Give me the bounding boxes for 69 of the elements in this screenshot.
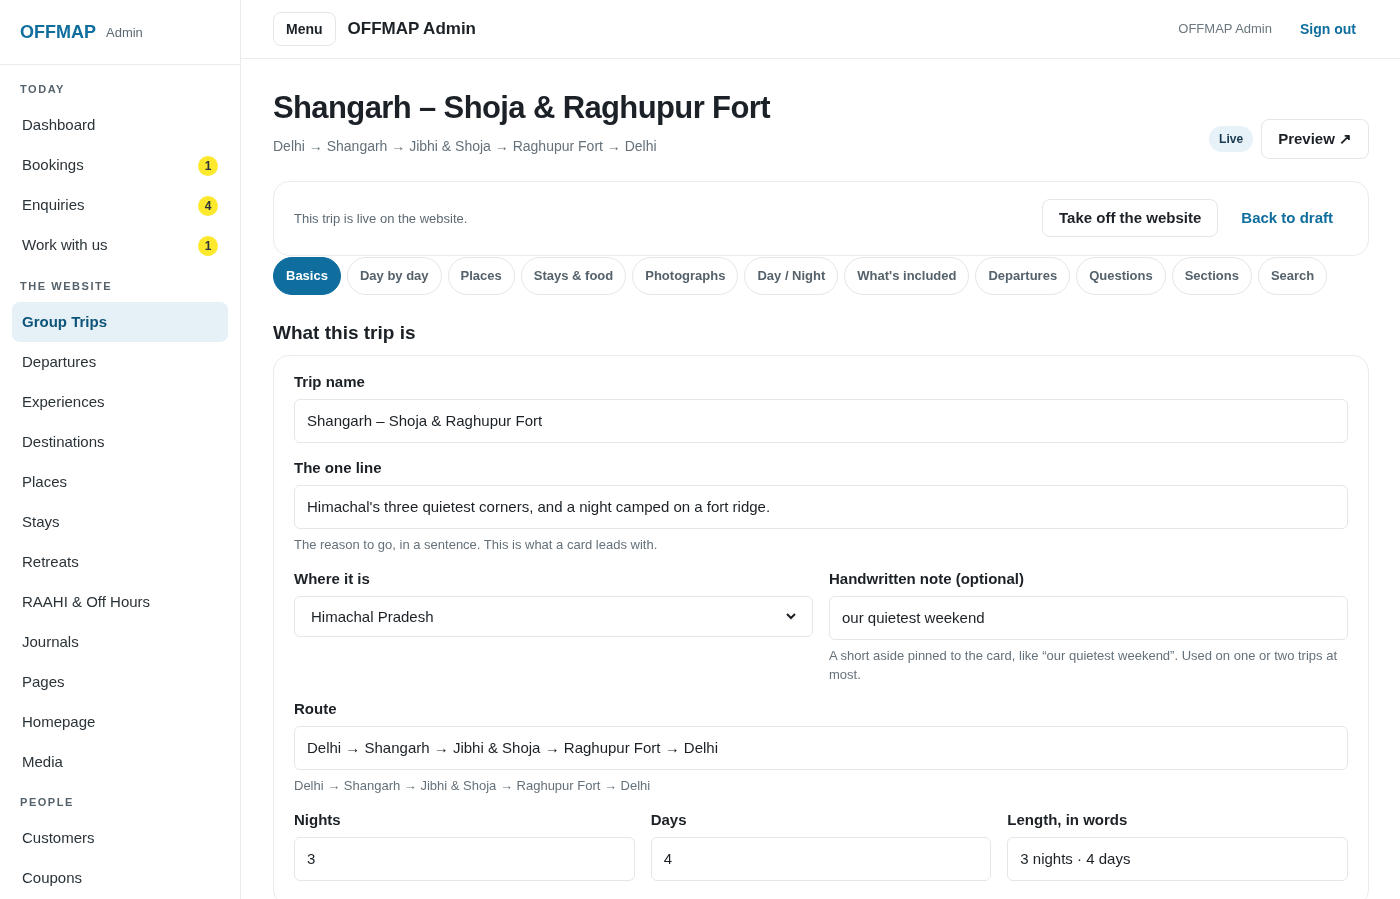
field-label: Where it is xyxy=(294,569,371,590)
nav-item[interactable]: Pages xyxy=(12,662,228,702)
input-field[interactable]: our quietest weekend xyxy=(829,596,1348,641)
back-to-draft-link[interactable]: Back to draft xyxy=(1241,207,1333,230)
tab[interactable]: Stays & food xyxy=(520,256,627,295)
count-badge: 4 xyxy=(198,195,218,216)
menu-button[interactable]: Menu xyxy=(273,12,336,46)
field-label: Days xyxy=(650,810,688,831)
input-field[interactable]: 3 nights · 4 days xyxy=(1007,837,1348,882)
tab[interactable]: Day by day xyxy=(346,256,442,295)
nav-item[interactable]: Dashboard xyxy=(12,105,228,146)
tab[interactable]: Questions xyxy=(1076,256,1166,295)
help-text: The reason to go, in a sentence. This is what a card leads with. xyxy=(294,536,659,555)
tab[interactable]: Departures xyxy=(975,256,1071,295)
nav-item[interactable]: Departures xyxy=(12,342,228,382)
section-heading: TODAY xyxy=(19,82,66,97)
status-badge: Live xyxy=(1209,125,1254,152)
field-label: The one line xyxy=(294,458,383,479)
field-label: Route xyxy=(294,699,338,720)
take-offline-button[interactable]: Take off the website xyxy=(1042,199,1219,238)
nav-item[interactable]: Customers xyxy=(12,818,228,859)
brand-logo[interactable]: OFFMAP xyxy=(20,18,96,46)
help-text: A short aside pinned to the card, like “our quietest weekend”. Used on one or two trips at most. xyxy=(829,647,1338,685)
nav-item[interactable]: Experiences xyxy=(12,382,228,422)
user-name: OFFMAP Admin xyxy=(1178,20,1272,39)
count-badge: 1 xyxy=(198,155,218,176)
nav-item[interactable]: Destinations xyxy=(12,422,228,462)
nav-item[interactable]: Work with us 1 xyxy=(12,225,228,266)
count-badge: 1 xyxy=(198,235,218,256)
nav-item[interactable]: Bookings 1 xyxy=(12,145,228,186)
tab[interactable]: Search xyxy=(1257,256,1328,295)
input-field[interactable]: Shangarh – Shoja & Raghupur Fort xyxy=(294,399,1348,444)
chevron-down-icon xyxy=(786,613,796,621)
brand-suffix: Admin xyxy=(106,24,143,43)
nav-item[interactable]: Media xyxy=(12,742,228,782)
field-label: Handwritten note (optional) xyxy=(829,569,1025,590)
help-text: Delhi → Shangarh → Jibhi & Shoja → Raghupur Fort → Delhi xyxy=(294,777,652,796)
field-label: Nights xyxy=(294,810,342,831)
section-heading: What this trip is xyxy=(273,320,417,345)
app-title: OFFMAP Admin xyxy=(347,18,476,41)
section-heading: PEOPLE xyxy=(19,795,75,810)
nav-item[interactable]: Coupons xyxy=(12,858,228,899)
nav-item[interactable]: Group Trips xyxy=(12,302,228,342)
field-label: Trip name xyxy=(294,372,366,393)
field-label: Length, in words xyxy=(1007,810,1129,831)
nav-item[interactable]: Journals xyxy=(12,622,228,662)
tab[interactable]: Sections xyxy=(1171,256,1252,295)
route-text: Delhi → Shangarh → Jibhi & Shoja → Raghupur Fort → Delhi xyxy=(273,136,658,156)
input-field[interactable]: Himachal's three quietest corners, and a night camped on a fort ridge. xyxy=(294,485,1348,530)
nav-item[interactable]: Places xyxy=(12,462,228,502)
nav-item[interactable]: Stays xyxy=(12,502,228,542)
preview-button[interactable]: Preview ↗ xyxy=(1261,118,1369,159)
tab[interactable]: Day / Night xyxy=(744,256,839,295)
page-title: Shangarh – Shoja & Raghupur Fort xyxy=(273,89,770,127)
tab[interactable]: Basics xyxy=(273,256,341,295)
section-heading: THE WEBSITE xyxy=(19,278,114,294)
status-message: This trip is live on the website. xyxy=(294,209,468,228)
tab[interactable]: What's included xyxy=(844,256,970,295)
nav-item[interactable]: Retreats xyxy=(12,542,228,582)
input-field[interactable]: 4 xyxy=(650,837,992,882)
nav-item[interactable]: Enquiries 4 xyxy=(12,185,228,226)
select-field[interactable]: Himachal Pradesh xyxy=(294,596,813,638)
sign-out-link[interactable]: Sign out xyxy=(1300,18,1356,40)
nav-item[interactable]: Homepage xyxy=(12,702,228,742)
input-field[interactable]: 3 xyxy=(294,837,635,882)
tab[interactable]: Places xyxy=(447,256,515,295)
nav-item[interactable]: RAAHI & Off Hours xyxy=(12,582,228,622)
tab[interactable]: Photographs xyxy=(632,256,739,295)
input-field[interactable]: Delhi → Shangarh → Jibhi & Shoja → Raghupur Fort → Delhi xyxy=(294,726,1348,771)
